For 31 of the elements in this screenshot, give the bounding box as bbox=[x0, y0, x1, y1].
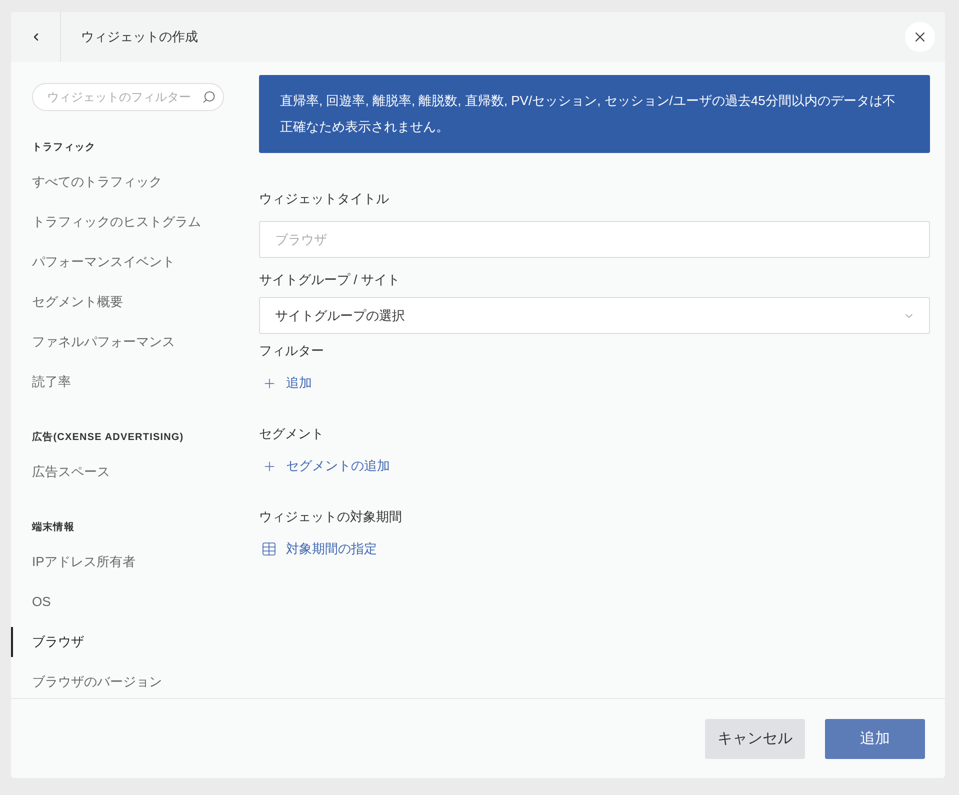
sidebar-item[interactable]: ファネルパフォーマンス bbox=[11, 327, 250, 357]
field-label: フィルター bbox=[259, 342, 325, 360]
date-range-link[interactable]: 対象期間の指定 bbox=[259, 539, 377, 559]
sidebar-item[interactable]: OS bbox=[11, 587, 250, 617]
widget-search-field[interactable]: ウィジェットのフィルター bbox=[32, 83, 224, 111]
sidebar-item[interactable]: すべてのトラフィック bbox=[11, 167, 250, 197]
sidebar-item[interactable]: IPアドレス所有者 bbox=[11, 547, 250, 577]
sidebar-item[interactable]: ブラウザ bbox=[11, 627, 250, 657]
sidebar-item[interactable]: ブラウザのバージョン bbox=[11, 667, 250, 697]
close-button[interactable] bbox=[905, 22, 935, 52]
field-label: サイトグループ / サイト bbox=[259, 271, 401, 290]
dialog-title: ウィジェットの作成 bbox=[81, 28, 198, 46]
sidebar-item[interactable]: パフォーマンスイベント bbox=[11, 247, 250, 277]
section-heading: 端末情報 bbox=[32, 520, 76, 534]
table-icon bbox=[261, 541, 277, 557]
title-input[interactable]: ブラウザ bbox=[259, 221, 930, 258]
cancel-button[interactable]: キャンセル bbox=[705, 719, 805, 759]
site-group-select[interactable]: サイトグループの選択 bbox=[259, 297, 930, 334]
add-link[interactable]: 追加 bbox=[259, 373, 312, 393]
section-heading: 広告(CXENSE ADVERTISING) bbox=[32, 430, 185, 444]
sidebar-item[interactable]: 広告スペース bbox=[11, 457, 250, 487]
field-label: ウィジェットの対象期間 bbox=[259, 508, 403, 526]
sidebar-item[interactable]: 読了率 bbox=[11, 367, 250, 397]
section-heading: トラフィック bbox=[32, 140, 97, 154]
sidebar-item[interactable]: トラフィックのヒストグラム bbox=[11, 207, 250, 237]
search-icon bbox=[202, 90, 216, 104]
sidebar-item[interactable]: セグメント概要 bbox=[11, 287, 250, 317]
field-label: ウィジェットタイトル bbox=[259, 190, 390, 208]
notice-banner: 直帰率, 回遊率, 離脱率, 離脱数, 直帰数, PV/セッション, セッション/ユーザの過去45分間以内のデータは不正確なため表示されません。 bbox=[259, 75, 930, 153]
add-link[interactable]: セグメントの追加 bbox=[259, 456, 390, 476]
field-label: セグメント bbox=[259, 425, 325, 444]
